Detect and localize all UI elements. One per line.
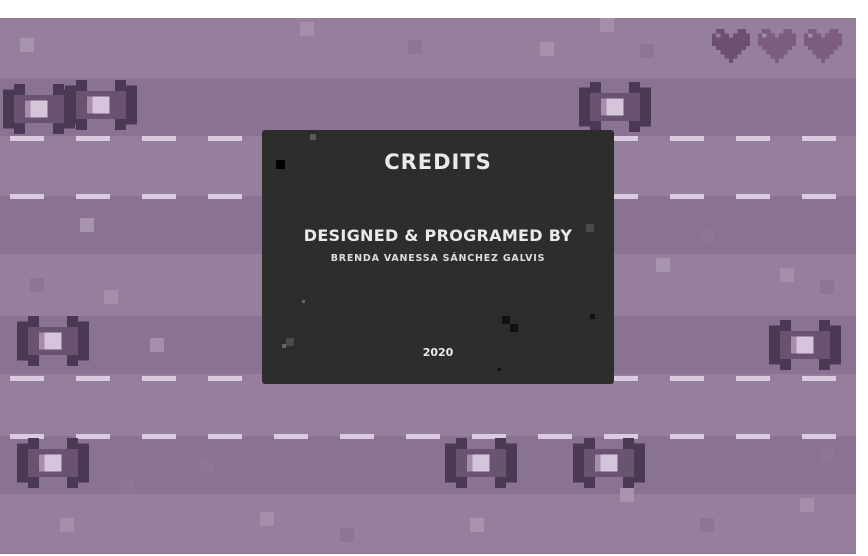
ground-speck <box>104 290 118 304</box>
car-sprite <box>62 80 140 130</box>
ground-speck <box>30 278 44 292</box>
car-sprite <box>570 438 648 488</box>
ground-speck <box>820 448 834 462</box>
ground-speck <box>120 480 134 494</box>
ground-speck <box>820 280 834 294</box>
car-sprite <box>14 438 92 488</box>
ground-speck <box>540 42 554 56</box>
credits-title: CREDITS <box>384 150 492 174</box>
ground-speck <box>80 218 94 232</box>
lane-dash <box>208 194 242 199</box>
game-area: CREDITS DESIGNED & PROGRAMED BY BRENDA V… <box>0 18 856 554</box>
lane-dash <box>142 194 176 199</box>
ground-speck <box>200 458 214 472</box>
ground-speck <box>780 268 794 282</box>
lane-marking-row <box>0 434 856 440</box>
lane-dash <box>736 136 770 141</box>
lane-dash <box>10 136 44 141</box>
lane-dash <box>670 376 704 381</box>
lane-dash <box>802 194 836 199</box>
lane-dash <box>208 136 242 141</box>
lane-dash <box>538 434 572 439</box>
ground-speck <box>340 528 354 542</box>
lane-dash <box>340 434 374 439</box>
ground-speck <box>150 338 164 352</box>
ground-speck <box>640 44 654 58</box>
lane-dash <box>76 136 110 141</box>
ground-speck <box>60 518 74 532</box>
lives-display <box>712 28 842 64</box>
ground-speck <box>20 38 34 52</box>
lane-dash <box>670 434 704 439</box>
ground-speck <box>260 512 274 526</box>
car-sprite <box>442 438 520 488</box>
ground-speck <box>600 18 614 32</box>
lane-dash <box>802 376 836 381</box>
ground-speck <box>700 518 714 532</box>
lane-dash <box>736 376 770 381</box>
ground-speck <box>200 228 214 242</box>
ground-speck <box>700 228 714 242</box>
credits-panel: CREDITS DESIGNED & PROGRAMED BY BRENDA V… <box>262 130 614 384</box>
ground-speck <box>300 22 314 36</box>
ground-speck <box>656 258 670 272</box>
lane-dash <box>142 434 176 439</box>
credits-year: 2020 <box>422 346 454 359</box>
lane-dash <box>670 194 704 199</box>
lane-dash <box>142 376 176 381</box>
heart-icon <box>712 29 750 63</box>
lane-dash <box>670 136 704 141</box>
credits-role: DESIGNED & PROGRAMED BY <box>303 226 573 245</box>
ground-speck <box>800 498 814 512</box>
car-sprite <box>14 316 92 366</box>
lane-dash <box>10 376 44 381</box>
lane-dash <box>274 434 308 439</box>
lane-dash <box>76 194 110 199</box>
lane-dash <box>736 434 770 439</box>
heart-icon <box>804 29 842 63</box>
lane-dash <box>208 434 242 439</box>
lane-dash <box>142 136 176 141</box>
lane-dash <box>802 434 836 439</box>
lane-dash <box>208 376 242 381</box>
credits-author: BRENDA VANESSA SÁNCHEZ GALVIS <box>330 253 546 264</box>
lane-dash <box>406 434 440 439</box>
car-sprite <box>766 320 844 370</box>
lane-dash <box>76 376 110 381</box>
car-sprite <box>576 82 654 132</box>
heart-icon <box>758 29 796 63</box>
lane-dash <box>736 194 770 199</box>
ground-speck <box>620 488 634 502</box>
lane-dash <box>10 194 44 199</box>
ground-speck <box>470 518 484 532</box>
lane-dash <box>802 136 836 141</box>
ground-speck <box>408 40 422 54</box>
